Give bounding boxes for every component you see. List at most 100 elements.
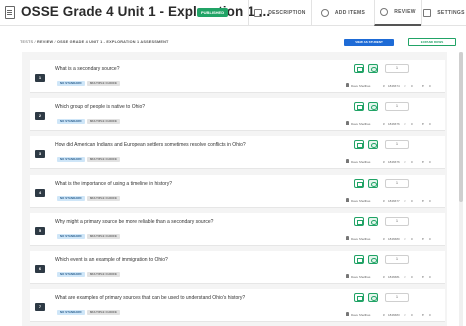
- scrollbar-thumb[interactable]: [459, 52, 463, 202]
- item-id: 1846683: [388, 313, 400, 317]
- expand-icon[interactable]: [354, 217, 364, 226]
- question-type-tag: MULTIPLE CHOICE: [87, 196, 120, 201]
- view-as-student-button[interactable]: VIEW AS STUDENT: [344, 39, 394, 46]
- question-card[interactable]: 1 What is a secondary source? NO STANDAR…: [30, 60, 445, 93]
- question-type-tag: MULTIPLE CHOICE: [87, 119, 120, 124]
- heart-icon[interactable]: ♥: [422, 122, 424, 126]
- tab-review-label: REVIEW: [394, 9, 416, 15]
- standard-tag: NO STANDARD: [57, 310, 85, 315]
- author-name: Dave Shellhas: [351, 275, 371, 279]
- expand-icon[interactable]: [354, 293, 364, 302]
- eye-icon[interactable]: [368, 217, 378, 226]
- question-number: 7: [35, 303, 45, 311]
- id-icon: #: [383, 313, 385, 317]
- points-input[interactable]: 1: [385, 179, 409, 188]
- like-count: 0: [429, 199, 431, 203]
- question-type-tag: MULTIPLE CHOICE: [87, 272, 120, 277]
- question-text[interactable]: What is a secondary source?: [55, 66, 119, 72]
- expand-icon[interactable]: [354, 140, 364, 149]
- description-icon: [254, 9, 263, 17]
- tab-settings-label: SETTINGS: [437, 10, 465, 16]
- share-icon[interactable]: <: [404, 160, 406, 164]
- question-type-tag: MULTIPLE CHOICE: [87, 310, 120, 315]
- add-items-icon: [320, 9, 329, 17]
- share-count: 0: [411, 275, 413, 279]
- question-text[interactable]: What is the importance of using a timeli…: [55, 181, 172, 187]
- like-count: 0: [429, 84, 431, 88]
- question-card[interactable]: 6 Which event is an example of immigrati…: [30, 251, 445, 284]
- tab-add-items-label: ADD ITEMS: [334, 10, 366, 16]
- eye-icon[interactable]: [368, 293, 378, 302]
- question-type-tag: MULTIPLE CHOICE: [87, 157, 120, 162]
- eye-icon[interactable]: [368, 102, 378, 111]
- share-icon[interactable]: <: [404, 313, 406, 317]
- eye-icon[interactable]: [368, 179, 378, 188]
- heart-icon[interactable]: ♥: [422, 199, 424, 203]
- question-card[interactable]: 3 How did American Indians and European …: [30, 136, 445, 169]
- question-text[interactable]: How did American Indians and European se…: [55, 142, 246, 148]
- question-card[interactable]: 4 What is the importance of using a time…: [30, 175, 445, 208]
- points-input[interactable]: 1: [385, 217, 409, 226]
- id-icon: #: [383, 84, 385, 88]
- expand-rows-button[interactable]: EXPAND ROWS: [408, 38, 456, 46]
- question-card[interactable]: 2 Which group of people is native to Ohi…: [30, 98, 445, 131]
- question-type-tag: MULTIPLE CHOICE: [87, 81, 120, 86]
- share-icon[interactable]: <: [404, 84, 406, 88]
- standard-tag: NO STANDARD: [57, 157, 85, 162]
- points-input[interactable]: 1: [385, 140, 409, 149]
- share-count: 0: [411, 237, 413, 241]
- breadcrumb-tests[interactable]: TESTS: [20, 40, 33, 44]
- standard-tag: NO STANDARD: [57, 119, 85, 124]
- expand-icon[interactable]: [354, 255, 364, 264]
- breadcrumb-review[interactable]: REVIEW: [37, 40, 53, 44]
- expand-icon[interactable]: [354, 102, 364, 111]
- share-count: 0: [411, 199, 413, 203]
- question-number: 4: [35, 189, 45, 197]
- tab-description[interactable]: DESCRIPTION: [248, 0, 311, 26]
- eye-icon[interactable]: [368, 255, 378, 264]
- tab-review[interactable]: REVIEW: [374, 0, 421, 26]
- like-count: 0: [429, 313, 431, 317]
- review-icon: [380, 8, 389, 16]
- points-input[interactable]: 1: [385, 102, 409, 111]
- standard-tag: NO STANDARD: [57, 234, 85, 239]
- id-icon: #: [383, 122, 385, 126]
- share-icon[interactable]: <: [404, 199, 406, 203]
- heart-icon[interactable]: ♥: [422, 313, 424, 317]
- question-number: 5: [35, 227, 45, 235]
- question-card[interactable]: 5 Why might a primary source be more rel…: [30, 213, 445, 246]
- points-input[interactable]: 1: [385, 64, 409, 73]
- like-count: 0: [429, 275, 431, 279]
- share-icon[interactable]: <: [404, 237, 406, 241]
- tab-settings[interactable]: SETTINGS: [421, 0, 466, 26]
- heart-icon[interactable]: ♥: [422, 84, 424, 88]
- heart-icon[interactable]: ♥: [422, 237, 424, 241]
- expand-icon[interactable]: [354, 64, 364, 73]
- id-icon: #: [383, 160, 385, 164]
- breadcrumb-separator: /: [54, 40, 56, 44]
- id-icon: #: [383, 237, 385, 241]
- expand-icon[interactable]: [354, 179, 364, 188]
- tab-add-items[interactable]: ADD ITEMS: [311, 0, 374, 26]
- question-text[interactable]: Which event is an example of immigration…: [55, 257, 168, 263]
- heart-icon[interactable]: ♥: [422, 160, 424, 164]
- user-icon: [346, 236, 349, 240]
- question-number: 1: [35, 74, 45, 82]
- question-text[interactable]: Which group of people is native to Ohio?: [55, 104, 145, 110]
- share-count: 0: [411, 84, 413, 88]
- question-text[interactable]: Why might a primary source be more relia…: [55, 219, 213, 225]
- id-icon: #: [383, 199, 385, 203]
- user-icon: [346, 312, 349, 316]
- share-icon[interactable]: <: [404, 122, 406, 126]
- question-text[interactable]: What are examples of primary sources tha…: [55, 295, 245, 301]
- standard-tag: NO STANDARD: [57, 272, 85, 277]
- heart-icon[interactable]: ♥: [422, 275, 424, 279]
- eye-icon[interactable]: [368, 64, 378, 73]
- points-input[interactable]: 1: [385, 255, 409, 264]
- id-icon: #: [383, 275, 385, 279]
- points-input[interactable]: 1: [385, 293, 409, 302]
- question-list: 1 What is a secondary source? NO STANDAR…: [22, 52, 447, 326]
- eye-icon[interactable]: [368, 140, 378, 149]
- question-card[interactable]: 7 What are examples of primary sources t…: [30, 289, 445, 322]
- share-icon[interactable]: <: [404, 275, 406, 279]
